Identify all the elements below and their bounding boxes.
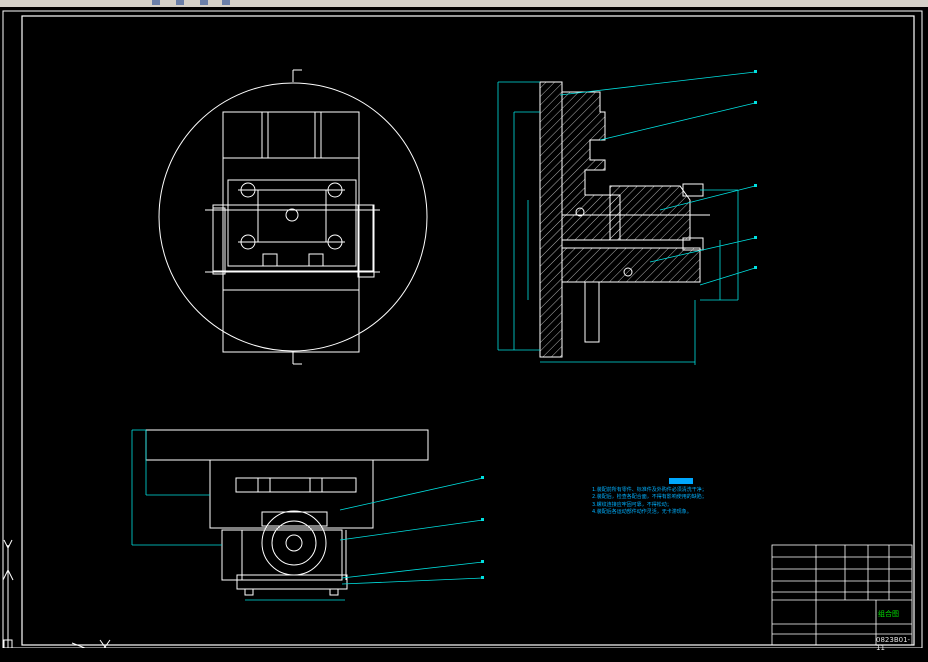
section-view — [539, 81, 710, 358]
toolbar-icon[interactable] — [222, 0, 230, 5]
note-line: 4.装配后各运动部件动作灵活，无卡滞现象。 — [592, 508, 692, 515]
toolbar-icon[interactable] — [200, 0, 208, 5]
title-block — [771, 544, 913, 646]
toolbar-icon[interactable] — [152, 0, 160, 5]
note-line: 2.装配后，检查各配合面，不得有影响使用的缺陷； — [592, 494, 707, 501]
toolbar-strip — [0, 0, 928, 7]
title-block-title: 组合图 — [878, 610, 899, 618]
notes-heading: 技术要求 — [669, 478, 693, 484]
note-line: 3.螺纹连接应牢固可靠，不得松动； — [592, 501, 672, 508]
toolbar-icon[interactable] — [176, 0, 184, 5]
ucs-axis-icon — [2, 539, 111, 648]
drawing-canvas[interactable] — [0, 7, 928, 648]
sheet-inner-border — [21, 15, 915, 646]
front-view — [145, 429, 429, 596]
technical-notes: 1.装配前所有零件、标准件及外购件必须清洗干净； 2.装配后，检查各配合面，不得… — [592, 487, 772, 516]
title-block-code: 0823B01-11 — [876, 636, 911, 652]
top-view — [158, 69, 428, 365]
sheet-outer-border — [2, 10, 923, 648]
